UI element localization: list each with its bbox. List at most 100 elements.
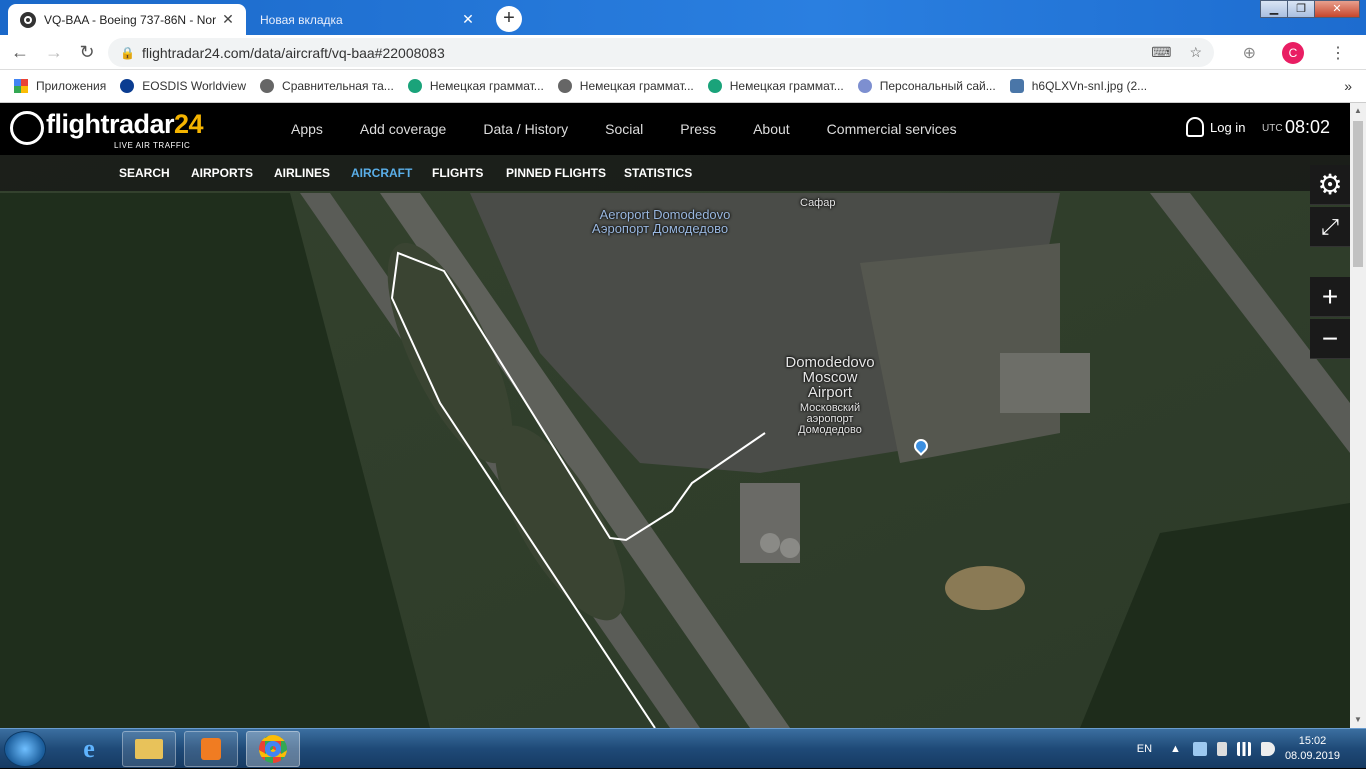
subnav-flights[interactable]: FLIGHTS [432,166,483,180]
window-controls: ▁ ❐ ✕ [1260,0,1360,18]
subnav-statistics[interactable]: STATISTICS [624,166,692,180]
plus-icon: + [1321,280,1339,312]
map-label-airport-title: Domodedovo Moscow Airport [785,354,875,401]
back-button[interactable]: ← [8,41,32,65]
maximize-button[interactable]: ❐ [1287,0,1315,18]
map-canvas [0,103,1350,728]
nav-press[interactable]: Press [680,121,716,137]
new-tab-button[interactable]: + [496,6,522,32]
dropbox-icon[interactable] [1192,742,1207,756]
bookmark-german-3[interactable]: Немецкая граммат... [707,79,844,93]
bookmark-apps[interactable]: Приложения [14,79,106,93]
map-label-safar: Сафар [800,197,836,209]
bookmark-german-2[interactable]: Немецкая граммат... [557,79,694,93]
bookmarks-bar: Приложения EOSDIS Worldview Сравнительна… [0,70,1366,103]
file-explorer-icon[interactable] [122,731,176,767]
satellite-map[interactable]: Aeroport Domodedovo Аэропорт Домодедово … [0,103,1350,728]
network-signal-icon[interactable] [1236,742,1251,756]
nav-about[interactable]: About [753,121,790,137]
subnav-search[interactable]: SEARCH [119,166,170,180]
grammar-site-icon [407,79,422,93]
map-label-aeroport-latin: Aeroport Domodedovo [599,207,731,222]
bookmark-personal-site[interactable]: Персональный сай... [857,79,996,93]
gear-icon: ⚙ [1317,169,1343,200]
profile-avatar[interactable]: C [1282,42,1304,64]
subnav-pinned-flights[interactable]: PINNED FLIGHTS [506,166,606,180]
lock-icon: 🔒 [120,45,135,60]
chrome-taskbar-icon[interactable] [246,731,300,767]
nav-add-coverage[interactable]: Add coverage [360,121,446,137]
flightradar-page: Aeroport Domodedovo Аэропорт Домодедово … [0,103,1350,728]
start-button[interactable] [4,731,46,767]
extension-globe-icon[interactable]: ⊕ [1243,43,1256,63]
media-player-icon[interactable] [184,731,238,767]
zoom-in-button[interactable]: + [1310,277,1350,317]
subnav-airports[interactable]: AIRPORTS [191,166,253,180]
reload-button[interactable]: ↻ [75,41,99,65]
scroll-thumb[interactable] [1353,121,1363,267]
radar-logo-icon [10,111,44,145]
taskbar-clock[interactable]: 15:02 08.09.2019 [1285,734,1340,764]
tab-title: VQ-BAA - Boeing 737-86N - Nor [44,12,217,27]
map-label-aeroport-russian: Аэропорт Домодедово [591,221,729,236]
vk-icon [1009,79,1024,93]
grammar-site-icon [707,79,722,93]
url-text: flightradar24.com/data/aircraft/vq-baa#2… [142,44,445,61]
bookmark-eosdis[interactable]: EOSDIS Worldview [120,79,246,93]
menu-kebab-icon[interactable]: ⋮ [1330,43,1346,63]
close-tab-icon[interactable]: ✕ [460,11,476,28]
language-indicator[interactable]: EN [1137,743,1152,755]
flightradar-favicon-icon [20,11,36,28]
url-field[interactable]: 🔒 flightradar24.com/data/aircraft/vq-baa… [108,38,1214,67]
windows-taskbar: e EN ▲ 15:02 08.09.2019 [0,728,1366,768]
fullscreen-button[interactable]: ⤢ [1310,207,1350,247]
map-label-airport-russian: Московский аэропорт Домодедово [798,402,862,436]
scroll-up-arrow-icon[interactable]: ▲ [1350,103,1366,119]
subnav-aircraft[interactable]: AIRCRAFT [351,166,412,180]
nav-data-history[interactable]: Data / History [483,121,568,137]
flightradar24-logo[interactable]: flightradar 24 [10,109,204,145]
login-button[interactable]: Log in [1186,117,1245,137]
minus-icon: − [1321,322,1339,354]
bookmark-german-1[interactable]: Немецкая граммат... [407,79,544,93]
utc-clock: 08:02 [1285,117,1331,137]
nav-social[interactable]: Social [605,121,643,137]
bookmark-star-icon[interactable]: ☆ [1189,44,1202,61]
sub-nav: SEARCH AIRPORTS AIRLINES AIRCRAFT FLIGHT… [0,155,1350,191]
battery-icon[interactable] [1216,742,1227,756]
zoom-out-button[interactable]: − [1310,319,1350,359]
site-header: flightradar 24 LIVE AIR TRAFFIC Apps Add … [0,103,1350,155]
bookmark-vk-image[interactable]: h6QLXVn-snI.jpg (2... [1009,79,1147,93]
tab-new-tab[interactable]: Новая вкладка ✕ [250,4,486,35]
volume-icon[interactable] [1260,742,1275,756]
close-window-button[interactable]: ✕ [1314,0,1360,18]
browser-tab-strip: VQ-BAA - Boeing 737-86N - Nor ✕ Новая вк… [0,0,1366,35]
page-scrollbar[interactable]: ▲ ▼ [1350,103,1366,728]
globe-icon [557,79,572,93]
fullscreen-icon: ⤢ [1321,213,1339,239]
nav-commercial-services[interactable]: Commercial services [827,121,957,137]
tab-flightradar[interactable]: VQ-BAA - Boeing 737-86N - Nor ✕ [8,4,246,35]
address-bar-row: ← → ↻ 🔒 flightradar24.com/data/aircraft/… [0,35,1366,70]
bookmark-comparison[interactable]: Сравнительная та... [260,79,394,93]
taskbar-time: 15:02 [1298,735,1327,747]
user-icon [1186,117,1204,137]
forward-button[interactable]: → [42,41,66,65]
system-tray: EN ▲ 15:02 08.09.2019 [1137,729,1366,769]
tray-expand-icon[interactable]: ▲ [1170,743,1181,755]
settings-button[interactable]: ⚙ [1310,165,1350,205]
logo-tagline: LIVE AIR TRAFFIC [114,141,191,150]
bookmarks-overflow-icon[interactable]: » [1344,78,1352,94]
globe-icon [260,79,275,93]
utc-label: UTC [1262,123,1283,134]
subnav-airlines[interactable]: AIRLINES [274,166,330,180]
internet-explorer-icon[interactable]: e [62,731,116,767]
minimize-button[interactable]: ▁ [1260,0,1288,18]
close-tab-icon[interactable]: ✕ [220,11,236,28]
nasa-icon [120,79,135,93]
scroll-down-arrow-icon[interactable]: ▼ [1350,712,1366,728]
nav-apps[interactable]: Apps [291,121,323,137]
taskbar-date: 08.09.2019 [1284,750,1340,762]
shield-icon [857,79,872,93]
translate-icon[interactable]: ⌨ [1151,44,1171,61]
